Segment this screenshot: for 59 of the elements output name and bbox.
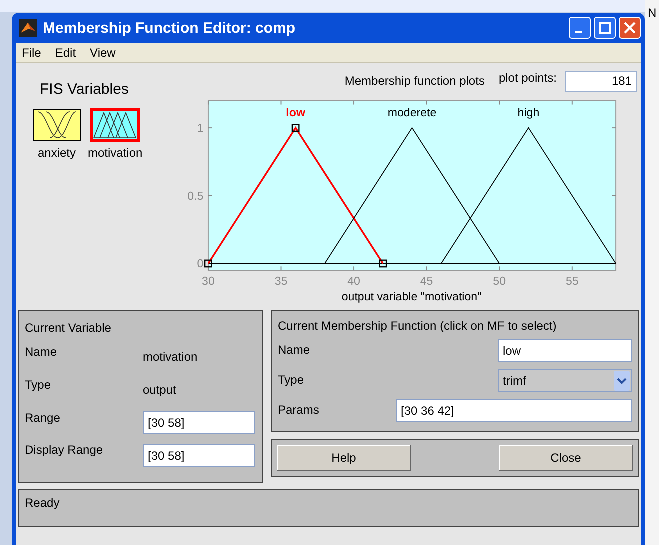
menu-item[interactable]: Edit (55, 46, 76, 60)
x-tick-label: 50 (493, 276, 506, 288)
type-dropdown[interactable]: trimf (498, 369, 632, 392)
curve-label: low (286, 107, 306, 120)
y-tick-label: 1 (197, 122, 204, 135)
field-label: Params (278, 402, 320, 417)
x-tick-label: 45 (420, 276, 434, 288)
vertex-handle[interactable] (204, 260, 212, 268)
window-title: Membership Function Editor: comp (43, 20, 297, 36)
input-field[interactable]: [30 58] (143, 411, 255, 434)
membership-curve[interactable] (208, 126, 384, 264)
variable-label: motivation (88, 146, 143, 160)
maximize-icon (599, 22, 611, 34)
x-tick-label: 40 (348, 276, 360, 288)
status-text: Ready (25, 496, 60, 510)
field-label: Type (278, 372, 306, 387)
menu-item[interactable]: View (90, 46, 116, 60)
y-tick-label: 0 (197, 258, 204, 270)
membership-curve[interactable] (324, 127, 500, 264)
x-tick-label: 55 (566, 276, 579, 288)
field-value: motivation (143, 350, 198, 364)
close-button[interactable] (619, 17, 641, 39)
variable-label: anxiety (38, 146, 76, 160)
dialog-button[interactable]: Help (277, 445, 411, 471)
menu-item[interactable]: File (22, 46, 42, 60)
close-icon (624, 22, 636, 34)
panel-heading: Current Variable (25, 321, 112, 335)
plot-heading: Membership function plots (344, 74, 485, 88)
section-heading: FIS Variables (40, 81, 130, 98)
curve-label: high (518, 107, 540, 120)
vertex-handle[interactable] (379, 260, 388, 268)
chevron-down-icon (614, 370, 630, 390)
field-label: Type (25, 376, 52, 392)
input-field[interactable]: [30 36 42] (396, 399, 632, 422)
variable-tile[interactable] (90, 108, 140, 142)
field-label: Name (278, 342, 312, 357)
minimize-button[interactable] (569, 17, 591, 39)
variable-tile[interactable] (32, 108, 82, 142)
input-field[interactable]: [30 58] (143, 444, 255, 468)
maximize-button[interactable] (594, 17, 616, 39)
minimize-icon (574, 31, 582, 33)
field-label: Name (25, 344, 58, 359)
membership-curve[interactable] (440, 127, 616, 264)
input-field[interactable]: low (498, 339, 632, 362)
app-icon (19, 19, 37, 37)
curve-label: moderete (388, 107, 437, 120)
dialog-button[interactable]: Close (499, 445, 633, 471)
x-tick-label: 35 (274, 276, 288, 288)
plot-points-label: plot points: (498, 71, 557, 86)
plot-points-field[interactable]: 181 (565, 70, 637, 92)
field-label: Range (25, 410, 62, 424)
background-window-text: N (648, 6, 657, 20)
field-value: output (143, 383, 176, 398)
vertex-handle[interactable] (292, 124, 300, 132)
x-tick-label: 30 (202, 276, 215, 288)
field-label: Display Range (25, 442, 104, 458)
y-tick-label: 0.5 (188, 190, 204, 203)
x-axis-label: output variable "motivation" (342, 291, 482, 304)
panel-heading: Current Membership Function (click on MF to select) (278, 319, 558, 333)
